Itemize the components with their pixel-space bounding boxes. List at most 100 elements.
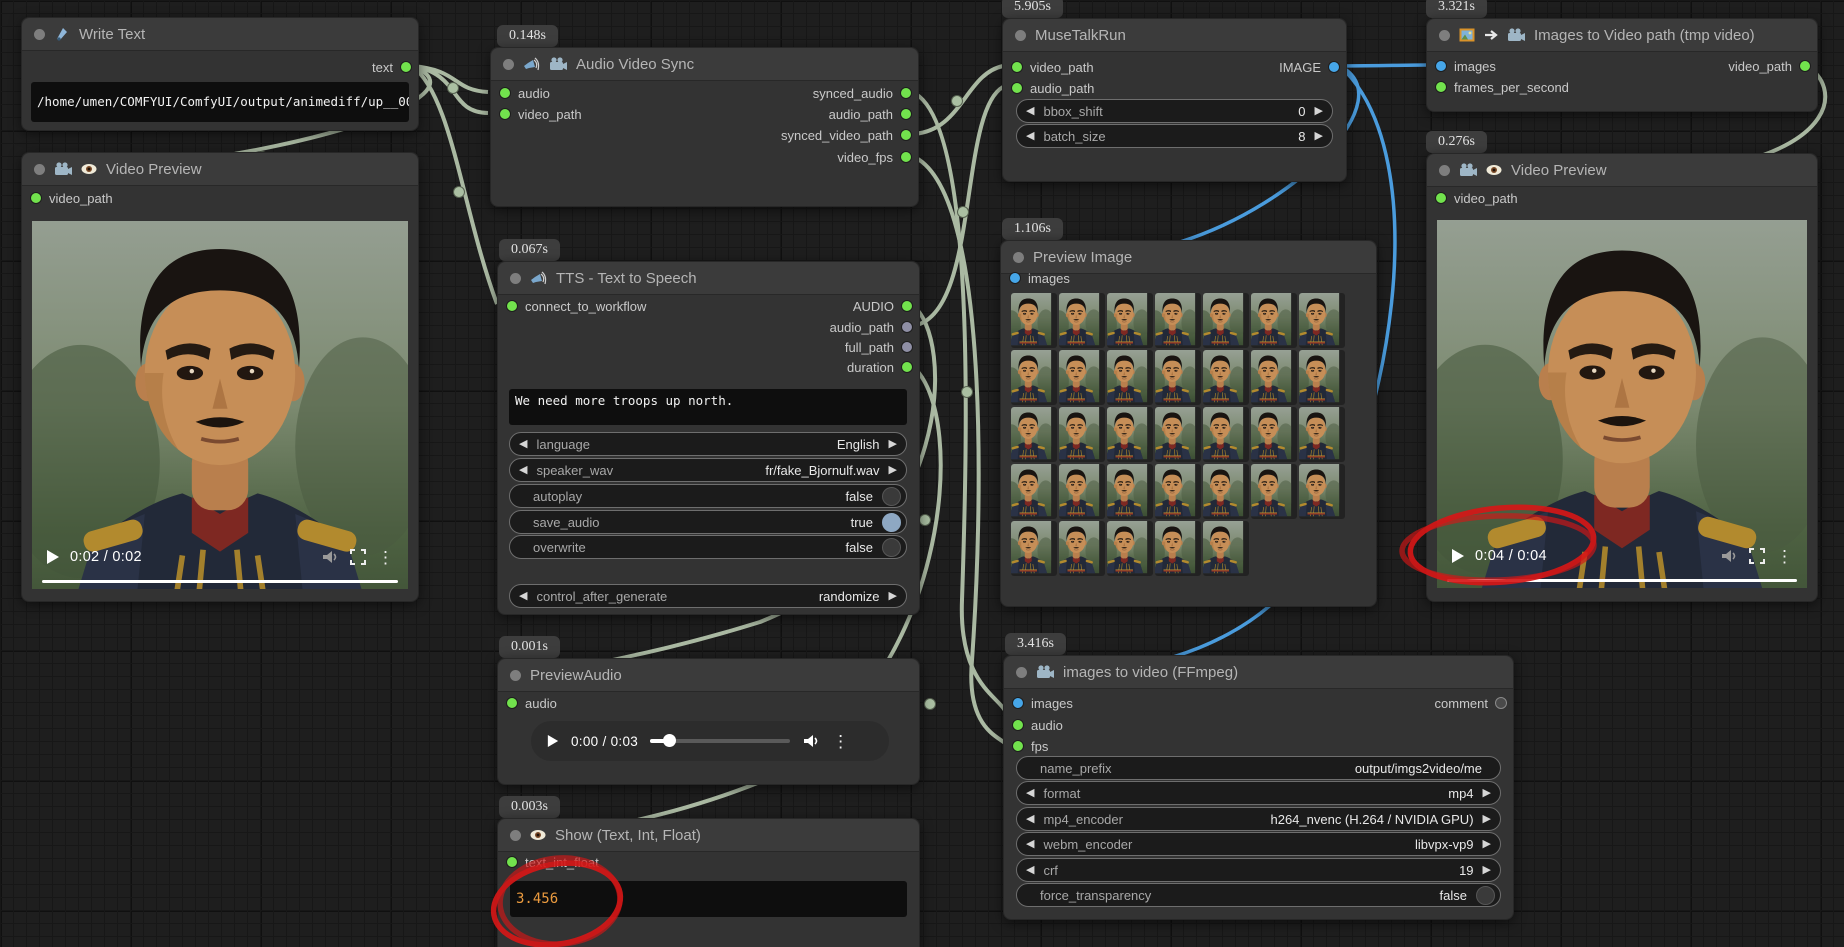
widget-crf[interactable]: ◀ crf 19 ▶ [1016, 858, 1501, 882]
slot-dot[interactable] [1328, 61, 1340, 73]
output-slot-image[interactable]: IMAGE [1279, 58, 1340, 76]
widget-mp4-encoder[interactable]: ◀ mp4_encoder h264_nvenc (H.264 / NVIDIA… [1016, 807, 1501, 831]
image-thumbnail[interactable] [1107, 521, 1153, 576]
node-header[interactable]: Images to Video path (tmp video) [1427, 19, 1817, 52]
mute-icon[interactable] [321, 549, 339, 565]
video-controls[interactable]: 0:04 / 0:04 ⋮ [1437, 536, 1807, 576]
input-slot-video-path[interactable]: video_path [499, 105, 582, 123]
slot-dot[interactable] [1435, 81, 1447, 93]
widget-format[interactable]: ◀ format mp4 ▶ [1016, 781, 1501, 805]
image-thumbnail[interactable] [1251, 350, 1297, 405]
increment-arrow-icon[interactable]: ▶ [1483, 814, 1491, 825]
kebab-menu-icon[interactable]: ⋮ [377, 549, 394, 566]
show-value-field[interactable]: 3.456 [510, 881, 907, 917]
image-thumbnail[interactable] [1299, 350, 1345, 405]
image-thumbnail[interactable] [1251, 293, 1297, 348]
text-value-field[interactable]: /home/umen/COMFYUI/ComfyUI/output/animed… [31, 82, 409, 122]
input-slot-text-int-float[interactable]: text_int_float [506, 853, 599, 871]
input-slot-connect-to-workflow[interactable]: connect_to_workflow [506, 297, 646, 315]
output-slot-audio[interactable]: AUDIO [853, 297, 913, 315]
decrement-arrow-icon[interactable]: ◀ [1026, 865, 1034, 876]
decrement-arrow-icon[interactable]: ◀ [519, 591, 527, 602]
decrement-arrow-icon[interactable]: ◀ [1026, 814, 1034, 825]
video-player[interactable]: 0:02 / 0:02 ⋮ [32, 221, 408, 589]
slot-dot[interactable] [900, 151, 912, 163]
widget-save-audio[interactable]: save_audio true [509, 510, 907, 534]
node-write-text[interactable]: Write Text text /home/umen/COMFYUI/Comfy… [21, 17, 419, 131]
widget-speaker-wav[interactable]: ◀ speaker_wav fr/fake_Bjornulf.wav ▶ [509, 458, 907, 482]
image-thumbnail[interactable] [1203, 293, 1249, 348]
image-thumbnail[interactable] [1203, 350, 1249, 405]
increment-arrow-icon[interactable]: ▶ [889, 591, 897, 602]
node-header[interactable]: Audio Video Sync [491, 48, 918, 81]
input-slot-fps[interactable]: fps [1012, 737, 1048, 755]
image-thumbnail[interactable] [1203, 407, 1249, 462]
toggle-knob[interactable] [882, 487, 901, 506]
slot-dot[interactable] [506, 856, 518, 868]
video-player[interactable]: 0:04 / 0:04 ⋮ [1437, 220, 1807, 588]
image-thumbnail[interactable] [1059, 521, 1105, 576]
increment-arrow-icon[interactable]: ▶ [1315, 131, 1323, 142]
collapse-dot[interactable] [503, 59, 514, 70]
image-thumbnail[interactable] [1299, 293, 1345, 348]
slot-dot[interactable] [1011, 61, 1023, 73]
widget-bbox-shift[interactable]: ◀ bbox_shift 0 ▶ [1016, 99, 1333, 123]
image-thumbnail[interactable] [1011, 350, 1057, 405]
input-slot-audio[interactable]: audio [1012, 716, 1063, 734]
widget-batch-size[interactable]: ◀ batch_size 8 ▶ [1016, 124, 1333, 148]
slot-dot[interactable] [1495, 697, 1507, 709]
slot-dot[interactable] [900, 87, 912, 99]
output-slot-audio-path[interactable]: audio_path [830, 318, 913, 336]
output-slot-audio-path[interactable]: audio_path [829, 105, 912, 123]
node-tts[interactable]: TTS - Text to Speech connect_to_workflow… [497, 261, 920, 615]
image-thumbnail[interactable] [1155, 521, 1201, 576]
input-slot-video-path[interactable]: video_path [1435, 189, 1518, 207]
slot-dot[interactable] [1435, 60, 1447, 72]
increment-arrow-icon[interactable]: ▶ [889, 439, 897, 450]
image-thumbnail[interactable] [1299, 464, 1345, 519]
input-slot-images[interactable]: images [1012, 694, 1073, 712]
widget-overwrite[interactable]: overwrite false [509, 535, 907, 559]
kebab-menu-icon[interactable]: ⋮ [832, 733, 849, 750]
slot-dot[interactable] [900, 129, 912, 141]
image-thumbnail[interactable] [1059, 464, 1105, 519]
toggle-knob[interactable] [882, 513, 901, 532]
input-slot-audio[interactable]: audio [506, 694, 557, 712]
input-slot-video-path[interactable]: video_path [1011, 58, 1094, 76]
increment-arrow-icon[interactable]: ▶ [889, 465, 897, 476]
image-thumbnail[interactable] [1107, 464, 1153, 519]
mute-icon[interactable] [1720, 548, 1738, 564]
widget-autoplay[interactable]: autoplay false [509, 484, 907, 508]
node-show-text-int-float[interactable]: Show (Text, Int, Float) text_int_float 3… [497, 818, 920, 947]
play-icon[interactable] [46, 549, 60, 565]
collapse-dot[interactable] [1016, 667, 1027, 678]
node-images-to-video-path[interactable]: Images to Video path (tmp video) images … [1426, 18, 1818, 112]
collapse-dot[interactable] [1013, 252, 1024, 263]
slot-dot[interactable] [1012, 697, 1024, 709]
slot-dot[interactable] [499, 87, 511, 99]
slot-dot[interactable] [400, 61, 412, 73]
input-slot-images[interactable]: images [1009, 269, 1070, 287]
node-header[interactable]: TTS - Text to Speech [498, 262, 919, 295]
collapse-dot[interactable] [1015, 30, 1026, 41]
slot-dot[interactable] [506, 697, 518, 709]
collapse-dot[interactable] [510, 273, 521, 284]
image-thumbnail[interactable] [1011, 521, 1057, 576]
decrement-arrow-icon[interactable]: ◀ [1026, 131, 1034, 142]
image-thumbnail[interactable] [1299, 407, 1345, 462]
node-header[interactable]: MuseTalkRun [1003, 19, 1346, 52]
audio-player[interactable]: 0:00 / 0:03 ⋮ [531, 721, 889, 761]
collapse-dot[interactable] [34, 164, 45, 175]
increment-arrow-icon[interactable]: ▶ [1483, 839, 1491, 850]
increment-arrow-icon[interactable]: ▶ [1483, 865, 1491, 876]
image-thumbnail[interactable] [1155, 350, 1201, 405]
node-header[interactable]: images to video (FFmpeg) [1004, 656, 1513, 689]
volume-icon[interactable] [802, 733, 820, 749]
node-header[interactable]: Write Text [22, 18, 418, 51]
node-header[interactable]: Show (Text, Int, Float) [498, 819, 919, 852]
node-musetalkrun[interactable]: MuseTalkRun video_path audio_path IMAGE … [1002, 18, 1347, 182]
image-thumbnail[interactable] [1251, 407, 1297, 462]
image-thumbnail[interactable] [1155, 464, 1201, 519]
collapse-dot[interactable] [1439, 30, 1450, 41]
node-video-preview-left[interactable]: Video Preview video_path 0:02 / 0:02 ⋮ [21, 152, 419, 602]
